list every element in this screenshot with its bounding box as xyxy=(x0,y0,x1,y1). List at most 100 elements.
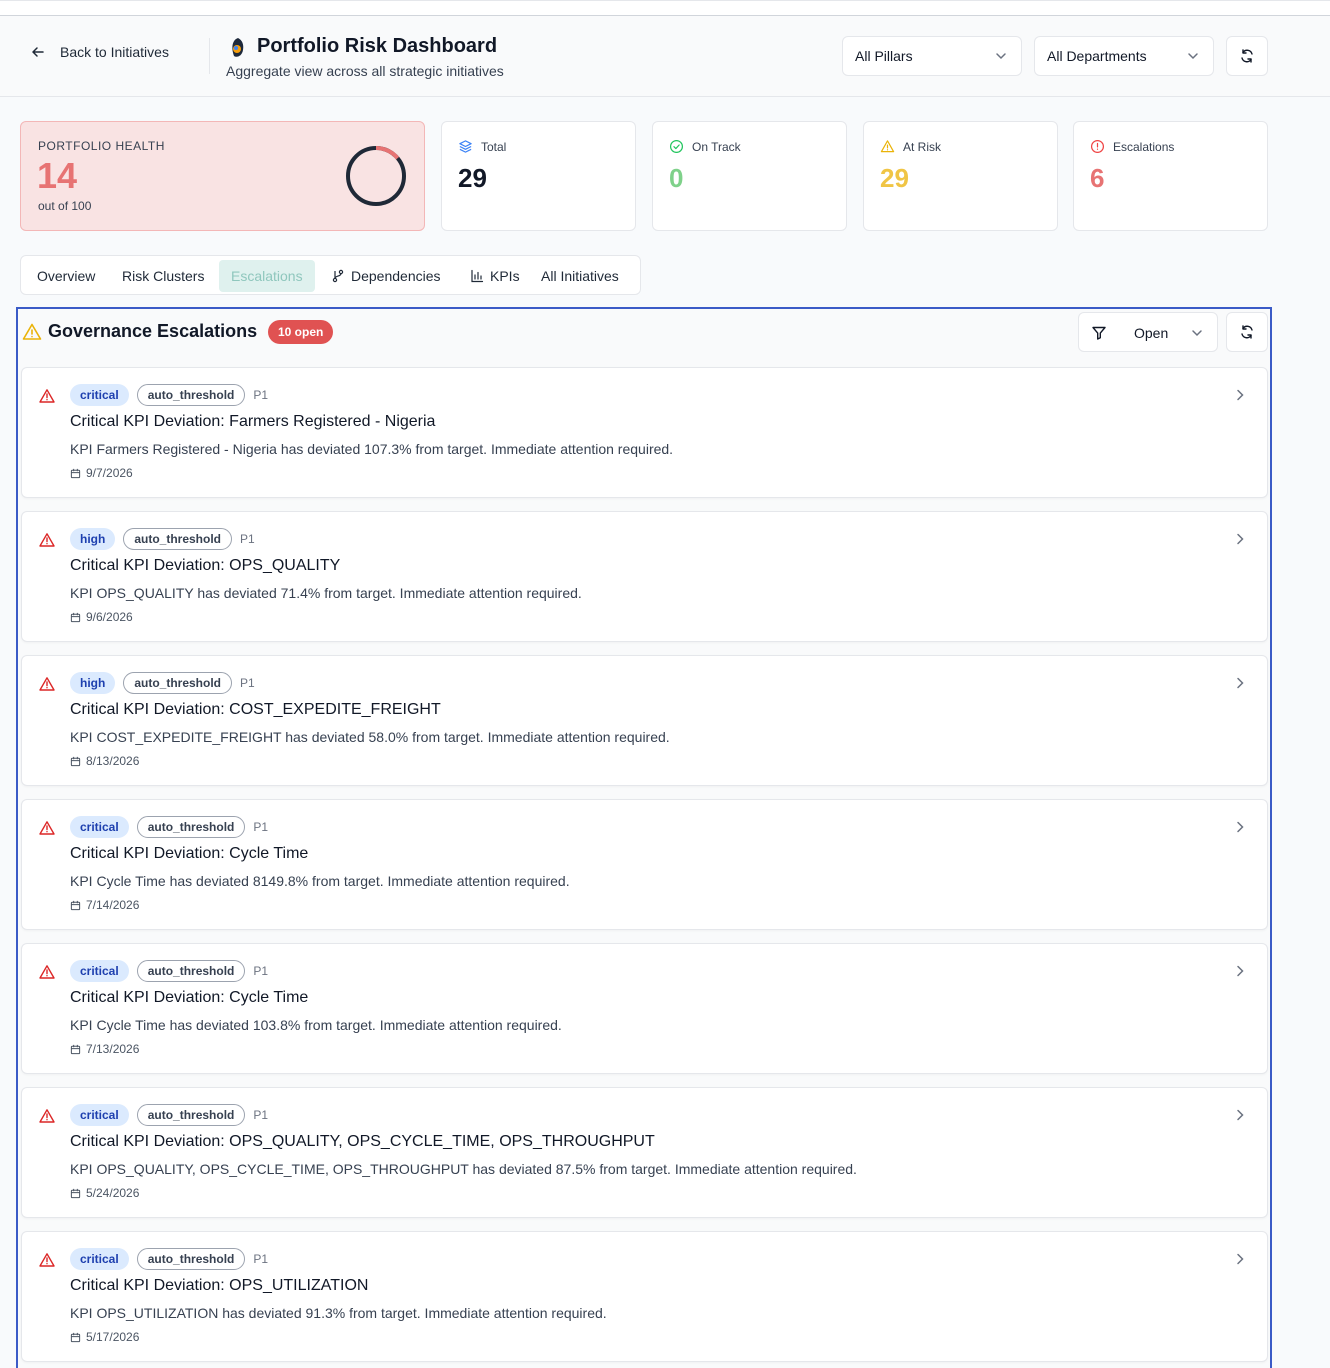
escalation-card[interactable]: critical auto_threshold P1 Critical KPI … xyxy=(21,1087,1268,1218)
escalation-title: Critical KPI Deviation: OPS_UTILIZATION xyxy=(70,1277,369,1294)
health-ring-gauge xyxy=(346,146,406,206)
tab-risk-clusters[interactable]: Risk Clusters xyxy=(110,260,216,292)
refresh-escalations-button[interactable] xyxy=(1226,312,1268,352)
tab-all-initiatives[interactable]: All Initiatives xyxy=(529,260,631,292)
tab-dependencies-label: Dependencies xyxy=(351,268,441,284)
chevron-right-icon xyxy=(1237,821,1244,833)
tab-escalations-label: Escalations xyxy=(231,268,303,284)
stat-at-risk-value: 29 xyxy=(880,163,909,193)
severity-badge: high xyxy=(70,528,116,550)
back-to-initiatives-button[interactable]: Back to Initiatives xyxy=(30,44,169,60)
dashboard-tabs: Overview Risk Clusters Escalations Depen… xyxy=(20,255,641,295)
calendar-icon xyxy=(70,900,81,910)
refresh-button[interactable] xyxy=(1226,36,1268,76)
severity-badge: critical xyxy=(70,384,129,406)
escalation-card[interactable]: critical auto_threshold P1 Critical KPI … xyxy=(21,367,1268,498)
chevron-down-icon xyxy=(1192,330,1202,337)
escalation-date: 8/13/2026 xyxy=(86,754,140,768)
chevron-right-icon xyxy=(1237,965,1244,977)
alert-triangle-icon xyxy=(39,533,55,547)
warning-triangle-icon xyxy=(22,323,42,340)
alert-triangle-icon xyxy=(39,1109,55,1123)
calendar-icon xyxy=(70,756,81,766)
chevron-right-icon xyxy=(1237,533,1244,545)
check-circle-icon xyxy=(669,139,684,154)
department-select-value: All Departments xyxy=(1047,48,1147,64)
escalation-description: KPI OPS_UTILIZATION has deviated 91.3% f… xyxy=(70,1305,607,1321)
alert-triangle-icon xyxy=(39,821,55,835)
priority-label: P1 xyxy=(253,388,269,402)
escalation-date: 7/13/2026 xyxy=(86,1042,140,1056)
stat-on-track-label: On Track xyxy=(692,139,741,154)
escalation-description: KPI Farmers Registered - Nigeria has dev… xyxy=(70,441,674,457)
escalation-title: Critical KPI Deviation: OPS_QUALITY, OPS… xyxy=(70,1133,655,1150)
escalation-date: 7/14/2026 xyxy=(86,898,140,912)
escalation-card[interactable]: critical auto_threshold P1 Critical KPI … xyxy=(21,943,1268,1074)
escalation-title: Critical KPI Deviation: Cycle Time xyxy=(70,845,309,862)
severity-badge: critical xyxy=(70,1248,129,1270)
chevron-right-icon xyxy=(1237,1253,1244,1265)
escalation-title: Critical KPI Deviation: Cycle Time xyxy=(70,989,309,1006)
layers-icon xyxy=(459,140,472,153)
alert-triangle-icon xyxy=(39,1253,55,1267)
escalation-card[interactable]: high auto_threshold P1 Critical KPI Devi… xyxy=(21,511,1268,642)
tab-overview[interactable]: Overview xyxy=(25,260,107,292)
pillar-select-value: All Pillars xyxy=(855,48,913,64)
arrow-left-icon xyxy=(32,47,44,57)
tab-kpis-label: KPIs xyxy=(490,268,520,284)
app-logo-icon xyxy=(232,38,244,57)
escalation-card[interactable]: critical auto_threshold P1 Critical KPI … xyxy=(21,799,1268,930)
stat-on-track-value: 0 xyxy=(669,163,684,193)
alert-triangle-icon xyxy=(39,389,55,403)
severity-badge: high xyxy=(70,672,116,694)
priority-label: P1 xyxy=(240,532,255,546)
escalation-date: 5/17/2026 xyxy=(86,1330,140,1344)
escalation-title: Critical KPI Deviation: COST_EXPEDITE_FR… xyxy=(70,701,441,718)
refresh-icon xyxy=(1241,49,1253,63)
header-divider xyxy=(209,38,210,74)
severity-badge: critical xyxy=(70,816,129,838)
priority-label: P1 xyxy=(253,964,269,978)
source-badge: auto_threshold xyxy=(136,1248,246,1270)
department-select[interactable]: All Departments xyxy=(1034,36,1214,76)
stat-card-on-track: On Track 0 xyxy=(652,121,847,231)
escalation-description: KPI Cycle Time has deviated 103.8% from … xyxy=(70,1017,562,1033)
priority-label: P1 xyxy=(240,676,255,690)
page-title: Portfolio Risk Dashboard xyxy=(257,35,498,57)
escalations-panel: Governance Escalations 10 open Open crit… xyxy=(16,307,1272,1368)
severity-badge: critical xyxy=(70,1104,129,1126)
calendar-icon xyxy=(70,1044,81,1054)
health-out-of: out of 100 xyxy=(38,199,92,213)
git-branch-icon xyxy=(332,269,344,283)
tab-overview-label: Overview xyxy=(37,268,96,284)
open-count-badge: 10 open xyxy=(268,320,334,344)
alert-triangle-icon xyxy=(39,677,55,691)
back-label: Back to Initiatives xyxy=(60,44,169,60)
refresh-icon xyxy=(1241,325,1253,339)
chevron-down-icon xyxy=(1188,53,1198,60)
tab-risk-clusters-label: Risk Clusters xyxy=(122,268,205,284)
tab-kpis[interactable]: KPIs xyxy=(458,260,532,292)
escalation-title: Critical KPI Deviation: OPS_QUALITY xyxy=(70,557,341,574)
chevron-down-icon xyxy=(996,53,1006,60)
escalation-card[interactable]: critical auto_threshold P1 Critical KPI … xyxy=(21,1231,1268,1362)
source-badge: auto_threshold xyxy=(136,816,246,838)
escalation-description: KPI COST_EXPEDITE_FREIGHT has deviated 5… xyxy=(70,729,670,745)
stat-total-label: Total xyxy=(481,139,507,154)
stat-escalations-value: 6 xyxy=(1090,163,1105,193)
health-score: 14 xyxy=(37,155,78,196)
tab-escalations[interactable]: Escalations xyxy=(219,260,315,292)
stat-card-at-risk: At Risk 29 xyxy=(863,121,1058,231)
browser-top-bar xyxy=(0,0,1330,16)
tab-dependencies[interactable]: Dependencies xyxy=(319,260,453,292)
stat-card-escalations: Escalations 6 xyxy=(1073,121,1268,231)
health-label: PORTFOLIO HEALTH xyxy=(38,139,165,153)
source-badge: auto_threshold xyxy=(136,384,246,406)
bar-chart-icon xyxy=(471,269,484,283)
escalation-card[interactable]: high auto_threshold P1 Critical KPI Devi… xyxy=(21,655,1268,786)
pillar-select[interactable]: All Pillars xyxy=(842,36,1022,76)
chevron-right-icon xyxy=(1237,1109,1244,1121)
status-filter-select[interactable]: Open xyxy=(1078,312,1218,352)
escalation-title: Critical KPI Deviation: Farmers Register… xyxy=(70,413,436,430)
portfolio-health-card: PORTFOLIO HEALTH 14 out of 100 xyxy=(20,121,425,231)
